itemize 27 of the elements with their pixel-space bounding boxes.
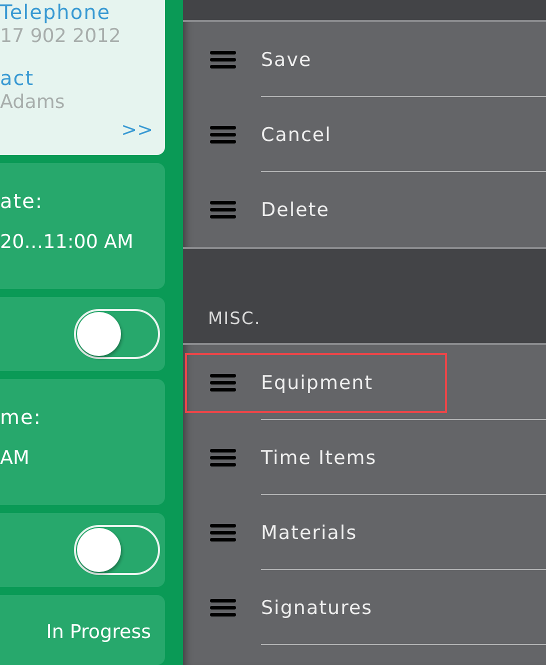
field-value: 20…11:00 AM xyxy=(0,231,134,253)
menu-icon xyxy=(210,200,236,218)
menu-icon xyxy=(210,598,236,616)
menu-item[interactable]: Delete xyxy=(183,180,352,240)
menu-item[interactable]: Signatures xyxy=(183,578,395,638)
section-title: MISC. xyxy=(208,309,261,329)
menu-item[interactable]: Equipment xyxy=(185,352,447,412)
menu-icon xyxy=(210,448,236,466)
telephone-value: 17 902 2012 xyxy=(0,24,122,48)
field-label: ate: xyxy=(0,189,44,213)
menu-item[interactable]: Save xyxy=(183,30,334,90)
menu-icon xyxy=(210,50,236,68)
menu-icon xyxy=(210,374,236,392)
menu-item[interactable]: Cancel xyxy=(183,104,354,164)
toggle-switch[interactable] xyxy=(74,525,160,575)
contact-label: act xyxy=(0,66,36,90)
field-value: AM xyxy=(0,447,30,469)
menu-item[interactable]: Materials xyxy=(183,502,380,562)
field-label: me: xyxy=(0,405,43,429)
telephone-label: Telephone xyxy=(0,0,112,24)
contact-value: Adams xyxy=(0,90,66,114)
status-value: In Progress xyxy=(46,621,151,645)
menu-icon xyxy=(210,524,236,542)
menu-icon xyxy=(210,126,236,144)
menu-item[interactable]: Time Items xyxy=(183,428,399,488)
toggle-switch[interactable] xyxy=(74,309,160,359)
more-link[interactable]: >> xyxy=(121,119,153,141)
